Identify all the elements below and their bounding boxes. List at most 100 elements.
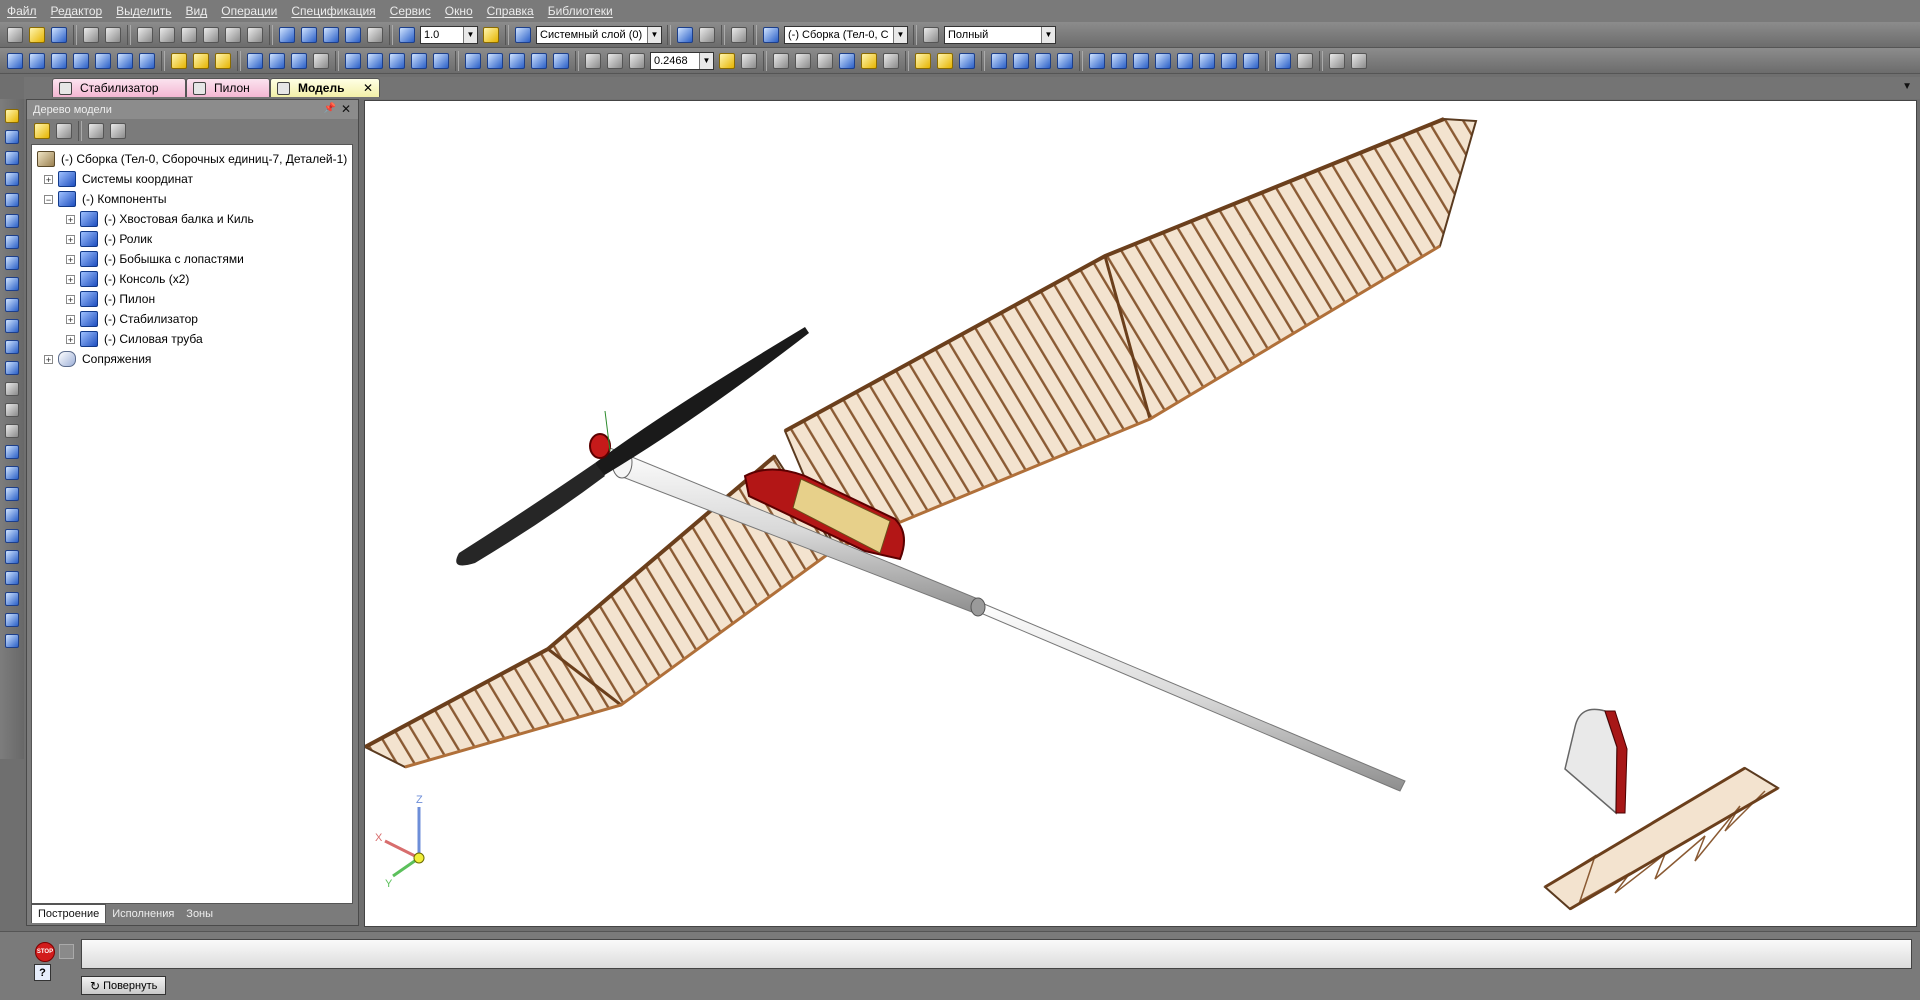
layer-icon[interactable] <box>513 25 533 45</box>
restore-icon[interactable] <box>1349 51 1369 71</box>
grid-icon[interactable] <box>3 505 21 524</box>
snap-tool-icon[interactable] <box>3 526 21 545</box>
help-cursor-icon[interactable] <box>365 25 385 45</box>
menu-help[interactable]: Справка <box>480 4 541 18</box>
measure-tool-icon[interactable] <box>3 421 21 440</box>
step-combo[interactable]: 1.0 ▼ <box>420 25 478 44</box>
tree-node-roller[interactable]: + (-) Ролик <box>66 229 152 249</box>
section-icon[interactable] <box>935 51 955 71</box>
explode-icon[interactable] <box>1327 51 1347 71</box>
pin-icon[interactable]: 📌 <box>324 103 336 114</box>
chevron-down-icon[interactable]: ▼ <box>1041 26 1055 43</box>
lock-icon[interactable] <box>3 442 21 461</box>
copy-icon[interactable] <box>157 25 177 45</box>
expand-icon[interactable]: + <box>44 174 53 184</box>
points-icon[interactable] <box>3 568 21 587</box>
tab-pylon[interactable]: Пилон <box>186 78 270 97</box>
collision-icon[interactable] <box>1273 51 1293 71</box>
reports-icon[interactable] <box>3 358 21 377</box>
select-object-icon[interactable] <box>729 25 749 45</box>
tree-node-tail-boom[interactable]: + (-) Хвостовая балка и Киль <box>66 209 254 229</box>
component-place-icon[interactable] <box>1033 51 1053 71</box>
library-icon[interactable] <box>299 25 319 45</box>
zoom-window-icon[interactable] <box>583 51 603 71</box>
menu-operations[interactable]: Операции <box>214 4 284 18</box>
orientation-icon[interactable] <box>913 51 933 71</box>
projection-icon[interactable] <box>431 51 451 71</box>
circle-icon[interactable] <box>289 51 309 71</box>
curve-icon[interactable] <box>365 51 385 71</box>
help-icon[interactable]: ? <box>34 964 51 981</box>
tab-construction[interactable]: Построение <box>31 904 107 923</box>
panel-toggle-icon[interactable] <box>59 944 74 959</box>
sketch-icon[interactable] <box>5 51 25 71</box>
transform-icon[interactable] <box>529 51 549 71</box>
auxiliary-geometry-icon[interactable] <box>3 253 21 272</box>
drawing-icon[interactable] <box>3 400 21 419</box>
arc-icon[interactable] <box>267 51 287 71</box>
redo-icon[interactable] <box>245 25 265 45</box>
command-line[interactable] <box>81 939 1912 969</box>
menu-select[interactable]: Выделить <box>109 4 178 18</box>
concentric-icon[interactable] <box>1175 51 1195 71</box>
curve-tool-icon[interactable] <box>3 547 21 566</box>
spatial-curves-icon[interactable] <box>3 190 21 209</box>
extrude-icon[interactable] <box>27 51 47 71</box>
mcs-icon[interactable] <box>1295 51 1315 71</box>
surfaces-icon[interactable] <box>3 211 21 230</box>
tree-node-mates[interactable]: + Сопряжения <box>44 349 151 369</box>
cs-list-icon[interactable] <box>697 25 717 45</box>
plane-icon[interactable] <box>169 51 189 71</box>
save-icon[interactable] <box>49 25 69 45</box>
new-file-icon[interactable] <box>5 25 25 45</box>
array-icon[interactable] <box>507 51 527 71</box>
menu-file[interactable]: Файл <box>0 4 44 18</box>
thin-lines-icon[interactable] <box>815 51 835 71</box>
point-icon[interactable] <box>213 51 233 71</box>
sweep-icon[interactable] <box>71 51 91 71</box>
helix-icon[interactable] <box>387 51 407 71</box>
preview-icon[interactable] <box>103 25 123 45</box>
zoom-combo[interactable]: 0.2468 ▼ <box>650 51 714 70</box>
selection-icon[interactable] <box>3 484 21 503</box>
expand-icon[interactable]: + <box>66 254 75 264</box>
menu-libraries[interactable]: Библиотеки <box>541 4 620 18</box>
layer-combo[interactable]: Системный слой (0) ▼ <box>536 25 662 44</box>
menu-specification[interactable]: Спецификация <box>284 4 382 18</box>
expand-icon[interactable]: + <box>66 214 75 224</box>
surface-icon[interactable] <box>409 51 429 71</box>
expand-icon[interactable]: + <box>66 334 75 344</box>
specification-icon[interactable] <box>3 337 21 356</box>
variables-icon[interactable] <box>321 25 341 45</box>
collapse-icon[interactable]: − <box>44 194 53 204</box>
close-icon[interactable]: ✕ <box>341 102 351 116</box>
cut-extrude-icon[interactable] <box>115 51 135 71</box>
tree-node-coords[interactable]: + Системы координат <box>44 169 193 189</box>
mates-icon[interactable] <box>3 274 21 293</box>
step-icon[interactable] <box>397 25 417 45</box>
model-viewport[interactable]: Z X Y <box>364 100 1917 927</box>
designations-icon[interactable] <box>3 169 21 188</box>
assembly-combo[interactable]: (-) Сборка (Тел-0, С ▼ <box>784 25 908 44</box>
model-tree-icon[interactable] <box>32 121 52 141</box>
tab-model[interactable]: Модель ✕ <box>270 78 380 97</box>
perpendicular-icon[interactable] <box>1131 51 1151 71</box>
component-file-icon[interactable] <box>1011 51 1031 71</box>
structure-icon[interactable] <box>54 121 74 141</box>
menu-view[interactable]: Вид <box>179 4 215 18</box>
view-mode-icon[interactable] <box>921 25 941 45</box>
menu-service[interactable]: Сервис <box>383 4 438 18</box>
hidden-lines-icon[interactable] <box>793 51 813 71</box>
properties-icon[interactable] <box>201 25 221 45</box>
tree-node-console[interactable]: + (-) Консоль (x2) <box>66 269 189 289</box>
tree-node-pylon[interactable]: + (-) Пилон <box>66 289 155 309</box>
stop-icon[interactable]: STOP <box>35 942 55 962</box>
arrays-icon[interactable] <box>3 232 21 251</box>
expand-icon[interactable]: + <box>66 274 75 284</box>
distance-icon[interactable] <box>1197 51 1217 71</box>
pattern-icon[interactable] <box>463 51 483 71</box>
view-mode-combo[interactable]: Полный ▼ <box>944 25 1056 44</box>
geometry-icon[interactable] <box>3 127 21 146</box>
tab-zones[interactable]: Зоны <box>180 905 219 923</box>
tab-stabilizer[interactable]: Стабилизатор <box>52 78 186 97</box>
